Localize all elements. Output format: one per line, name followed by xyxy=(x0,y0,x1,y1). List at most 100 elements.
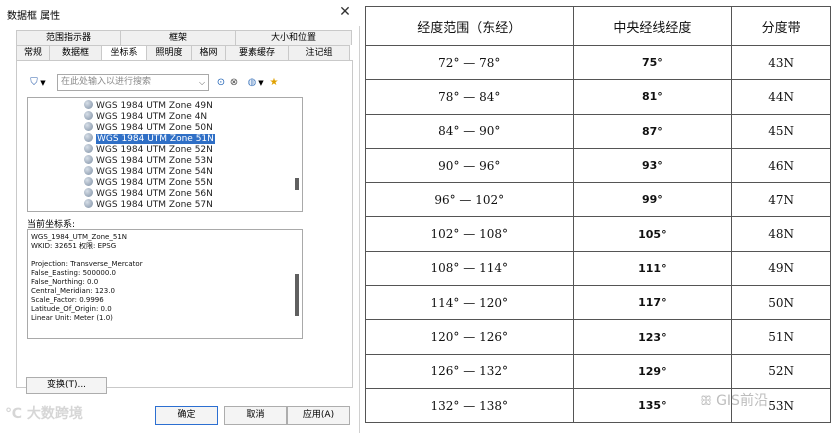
watermark: ℃ 大数跨境 xyxy=(5,406,83,422)
globe-icon xyxy=(84,199,93,208)
search-icon[interactable]: ⊙ xyxy=(214,76,228,90)
globe-icon xyxy=(84,111,93,120)
list-item[interactable]: WGS 1984 UTM Zone 56N xyxy=(84,188,213,199)
globe-icon xyxy=(84,188,93,197)
meridian-cell: 129° xyxy=(572,353,733,389)
tab-annotation-groups[interactable]: 注记组 xyxy=(288,45,350,60)
chevron-down-icon[interactable]: ⌵ xyxy=(196,75,208,90)
crs-toolbar: ⛉ ▼ 在此处输入以进行搜索 ⌵ ⊙ ⊗ ◍ ▼ ★ xyxy=(27,74,347,92)
table-row: 108° — 114° 111° 49N xyxy=(365,250,831,287)
list-item[interactable]: WGS 1984 UTM Zone 53N xyxy=(84,155,213,166)
meridian-cell: 81° xyxy=(572,79,733,115)
tab-feature-cache[interactable]: 要素缓存 xyxy=(225,45,289,60)
meridian-cell: 123° xyxy=(572,319,733,355)
list-item[interactable]: WGS 1984 UTM Zone 54N xyxy=(84,166,213,177)
globe-icon xyxy=(84,166,93,175)
range-cell: 114° — 120° xyxy=(365,285,574,321)
meridian-cell: 105° xyxy=(572,216,733,252)
list-item[interactable]: WGS 1984 UTM Zone 49N xyxy=(84,100,213,111)
range-cell: 126° — 132° xyxy=(365,353,574,389)
tab-size-position[interactable]: 大小和位置 xyxy=(235,30,352,45)
title-bar: 数据框 属性 ✕ xyxy=(0,0,360,26)
list-item[interactable]: WGS 1984 UTM Zone 52N xyxy=(84,144,213,155)
tab-frame[interactable]: 框架 xyxy=(120,30,236,45)
table-header-row: 经度范围（东经） 中央经线经度 分度带 xyxy=(365,6,831,46)
tab-area: 范围指示器 框架 大小和位置 常规 数据框 坐标系 照明度 格网 要素缓存 注记… xyxy=(16,30,353,392)
detail-line: WGS_1984_UTM_Zone_51N xyxy=(31,233,128,241)
zone-cell: 43N xyxy=(731,44,831,81)
tab-row-bottom: 常规 数据框 坐标系 照明度 格网 要素缓存 注记组 xyxy=(16,45,350,61)
meridian-cell: 111° xyxy=(572,250,733,287)
table-row: 72° — 78° 75° 43N xyxy=(365,44,831,81)
clear-search-icon[interactable]: ⊗ xyxy=(227,76,241,90)
range-cell: 108° — 114° xyxy=(365,250,574,287)
range-cell: 84° — 90° xyxy=(365,113,574,149)
range-cell: 78° — 84° xyxy=(365,79,574,115)
dialog-title: 数据框 属性 xyxy=(7,11,61,22)
zone-cell: 48N xyxy=(731,216,831,252)
search-input[interactable]: 在此处输入以进行搜索 ⌵ xyxy=(57,74,209,91)
transformations-button[interactable]: 变换(T)... xyxy=(26,377,107,394)
crs-tree-list[interactable]: WGS 1984 UTM Zone 49N WGS 1984 UTM Zone … xyxy=(27,97,303,212)
zone-cell: 45N xyxy=(731,113,831,149)
scrollbar-thumb[interactable] xyxy=(295,274,299,316)
chevron-down-icon[interactable]: ▼ xyxy=(39,76,47,90)
list-item[interactable]: WGS 1984 UTM Zone 4N xyxy=(84,111,207,122)
ok-button[interactable]: 确定 xyxy=(155,406,218,425)
utm-zone-table: 经度范围（东经） 中央经线经度 分度带 72° — 78° 75° 43N 78° … xyxy=(365,6,831,424)
cancel-button[interactable]: 取消 xyxy=(224,406,287,425)
globe-icon xyxy=(84,144,93,153)
favorite-add-icon[interactable]: ★ xyxy=(267,76,281,90)
table-row: 114° — 120° 117° 50N xyxy=(365,285,831,321)
range-cell: 72° — 78° xyxy=(365,44,574,81)
data-frame-properties-dialog: 数据框 属性 ✕ 范围指示器 框架 大小和位置 常规 数据框 坐标系 照明度 格… xyxy=(0,0,360,433)
list-item-selected[interactable]: WGS 1984 UTM Zone 51N xyxy=(84,133,215,144)
globe-icon xyxy=(84,155,93,164)
list-item[interactable]: WGS 1984 UTM Zone 55N xyxy=(84,177,213,188)
range-cell: 132° — 138° xyxy=(365,387,574,424)
zone-cell: 50N xyxy=(731,285,831,321)
tab-data-frame[interactable]: 数据框 xyxy=(49,45,102,60)
range-cell: 120° — 126° xyxy=(365,319,574,355)
list-item[interactable]: WGS 1984 UTM Zone 57N xyxy=(84,199,213,210)
close-icon[interactable]: ✕ xyxy=(336,3,354,21)
table-row: 120° — 126° 123° 51N xyxy=(365,319,831,355)
header-zone: 分度带 xyxy=(731,6,831,46)
zone-cell: 52N xyxy=(731,353,831,389)
meridian-cell: 99° xyxy=(572,182,733,218)
wechat-icon: ꕥ xyxy=(700,394,713,409)
header-longitude-range: 经度范围（东经） xyxy=(365,6,574,46)
tab-coordinate-system[interactable]: 坐标系 xyxy=(101,45,147,61)
zone-cell: 51N xyxy=(731,319,831,355)
crs-details-box[interactable]: WGS_1984_UTM_Zone_51N WKID: 32651 权限: EP… xyxy=(27,229,303,339)
coordinate-system-panel: ⛉ ▼ 在此处输入以进行搜索 ⌵ ⊙ ⊗ ◍ ▼ ★ WGS 1984 UTM … xyxy=(16,60,353,388)
zone-cell: 49N xyxy=(731,250,831,287)
zone-cell: 47N xyxy=(731,182,831,218)
table-row: 78° — 84° 81° 44N xyxy=(365,79,831,115)
list-item[interactable]: WGS 1984 UTM Zone 50N xyxy=(84,122,213,133)
tab-extent-indicators[interactable]: 范围指示器 xyxy=(16,30,121,45)
list-scrollbar[interactable] xyxy=(293,98,301,211)
apply-button[interactable]: 应用(A) xyxy=(287,406,350,425)
table-row: 90° — 96° 93° 46N xyxy=(365,147,831,184)
detail-line xyxy=(31,251,302,260)
chevron-down-icon[interactable]: ▼ xyxy=(257,76,265,90)
table-row: 102° — 108° 105° 48N xyxy=(365,216,831,252)
range-cell: 96° — 102° xyxy=(365,182,574,218)
detail-line: Scale_Factor: 0.9996 xyxy=(31,296,104,304)
table-row: 126° — 132° 129° 52N xyxy=(365,353,831,389)
tab-illumination[interactable]: 照明度 xyxy=(146,45,192,60)
zone-cell: 44N xyxy=(731,79,831,115)
meridian-cell: 117° xyxy=(572,285,733,321)
detail-line: WKID: 32651 权限: EPSG xyxy=(31,242,117,250)
tab-general[interactable]: 常规 xyxy=(16,45,50,60)
globe-icon xyxy=(84,177,93,186)
tab-grids[interactable]: 格网 xyxy=(191,45,226,60)
meridian-cell: 93° xyxy=(572,147,733,184)
watermark-logo-icon: ℃ xyxy=(5,406,22,422)
detail-line: Central_Meridian: 123.0 xyxy=(31,287,115,295)
detail-line: Linear Unit: Meter (1.0) xyxy=(31,314,113,322)
globe-icon xyxy=(84,100,93,109)
scrollbar-thumb[interactable] xyxy=(295,178,299,190)
table-row: 96° — 102° 99° 47N xyxy=(365,182,831,218)
